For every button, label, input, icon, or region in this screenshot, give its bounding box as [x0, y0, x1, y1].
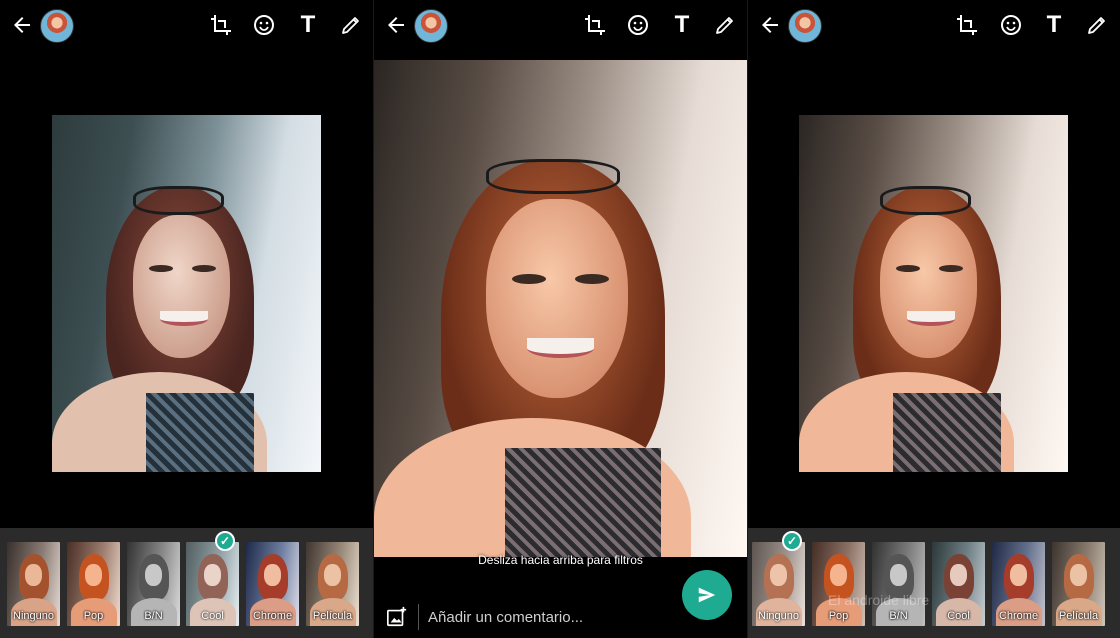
emoji-icon[interactable] [998, 12, 1024, 38]
photo-subject-sunglasses [485, 159, 621, 195]
check-icon: ✓ [782, 531, 802, 551]
comment-separator [418, 604, 419, 630]
photo-subject-eye [512, 273, 546, 284]
emoji-icon[interactable] [625, 12, 651, 38]
text-icon[interactable]: T [1041, 12, 1067, 38]
filter-label: Ninguno [13, 610, 54, 622]
pencil-icon[interactable] [338, 12, 364, 38]
comment-input[interactable] [428, 604, 658, 630]
back-arrow-icon[interactable] [10, 13, 34, 37]
back-arrow-icon[interactable] [384, 13, 408, 37]
photo-preview [52, 115, 321, 472]
filter-thumb-chrome[interactable]: Chrome [246, 542, 299, 626]
photo-subject-eye [148, 264, 174, 273]
pencil-icon[interactable] [1084, 12, 1110, 38]
filter-thumb-bn[interactable]: B/N [127, 542, 180, 626]
text-icon[interactable]: T [295, 12, 321, 38]
top-toolbar: T [748, 0, 1120, 50]
filter-label: Pop [828, 610, 849, 622]
contact-avatar[interactable] [414, 9, 448, 43]
check-icon: ✓ [215, 531, 235, 551]
photo-subject-face [485, 199, 628, 398]
editor-panel-original: T Desliza hacia arriba para filtros [374, 0, 747, 638]
editor-panel-cool-filter: T Ninguno Pop B/N Cool ✓ Chrome Película [0, 0, 373, 638]
filter-strip: Ninguno ✓ Pop B/N Cool Chrome Película [748, 528, 1120, 638]
pencil-icon[interactable] [712, 12, 738, 38]
back-arrow-icon[interactable] [758, 13, 782, 37]
filter-thumb-cool[interactable]: Cool [186, 542, 239, 626]
crop-rotate-icon[interactable] [208, 12, 234, 38]
filter-thumb-pop[interactable]: Pop [67, 542, 120, 626]
filter-label: Pop [83, 610, 104, 622]
filter-thumb-ninguno[interactable]: Ninguno [752, 542, 805, 626]
photo-subject-smile [906, 311, 955, 326]
filter-label: Película [312, 610, 353, 622]
photo-subject-eye [938, 264, 964, 273]
filter-label: Cool [201, 610, 224, 622]
top-toolbar: T [374, 0, 747, 50]
crop-rotate-icon[interactable] [954, 12, 980, 38]
photo-preview [799, 115, 1068, 472]
photo-subject-sunglasses [132, 186, 225, 215]
filter-label: Cool [947, 610, 970, 622]
comment-bar [374, 598, 747, 638]
watermark-text: El androide libre [828, 592, 930, 608]
crop-rotate-icon[interactable] [582, 12, 608, 38]
photo-subject-top [146, 393, 254, 472]
photo-preview [374, 60, 747, 557]
top-toolbar: T [0, 0, 373, 50]
filter-thumb-pop[interactable]: Pop [812, 542, 865, 626]
photo-subject-face [132, 214, 230, 358]
filter-label: Ninguno [758, 610, 799, 622]
filter-thumb-chrome[interactable]: Chrome [992, 542, 1045, 626]
text-icon[interactable]: T [669, 12, 695, 38]
filter-thumb-pelicula[interactable]: Película [306, 542, 359, 626]
contact-avatar[interactable] [788, 9, 822, 43]
contact-avatar[interactable] [40, 9, 74, 43]
filter-label: Chrome [252, 610, 293, 622]
filter-thumb-cool[interactable]: Cool [932, 542, 985, 626]
add-media-icon[interactable] [386, 606, 408, 628]
filter-label: B/N [144, 610, 163, 622]
photo-subject-eye [895, 264, 921, 273]
editor-panel-no-filter: T Ninguno ✓ Pop B/N Cool Chrome Película… [748, 0, 1120, 638]
filter-strip: Ninguno Pop B/N Cool ✓ Chrome Película [0, 528, 373, 638]
photo-subject-top [893, 393, 1001, 472]
photo-subject-top [504, 447, 662, 557]
swipe-up-hint: Desliza hacia arriba para filtros [478, 553, 643, 567]
photo-subject-smile [159, 311, 208, 326]
photo-subject-sunglasses [879, 186, 972, 215]
filter-thumb-ninguno[interactable]: Ninguno [7, 542, 60, 626]
filter-label: B/N [889, 610, 908, 622]
photo-subject-face [879, 214, 977, 358]
filter-thumb-bn[interactable]: B/N [872, 542, 925, 626]
emoji-icon[interactable] [251, 12, 277, 38]
filter-label: Chrome [998, 610, 1039, 622]
filter-label: Película [1058, 610, 1099, 622]
photo-subject-eye [191, 264, 217, 273]
photo-subject-eye [575, 273, 609, 284]
filter-thumb-pelicula[interactable]: Película [1052, 542, 1105, 626]
